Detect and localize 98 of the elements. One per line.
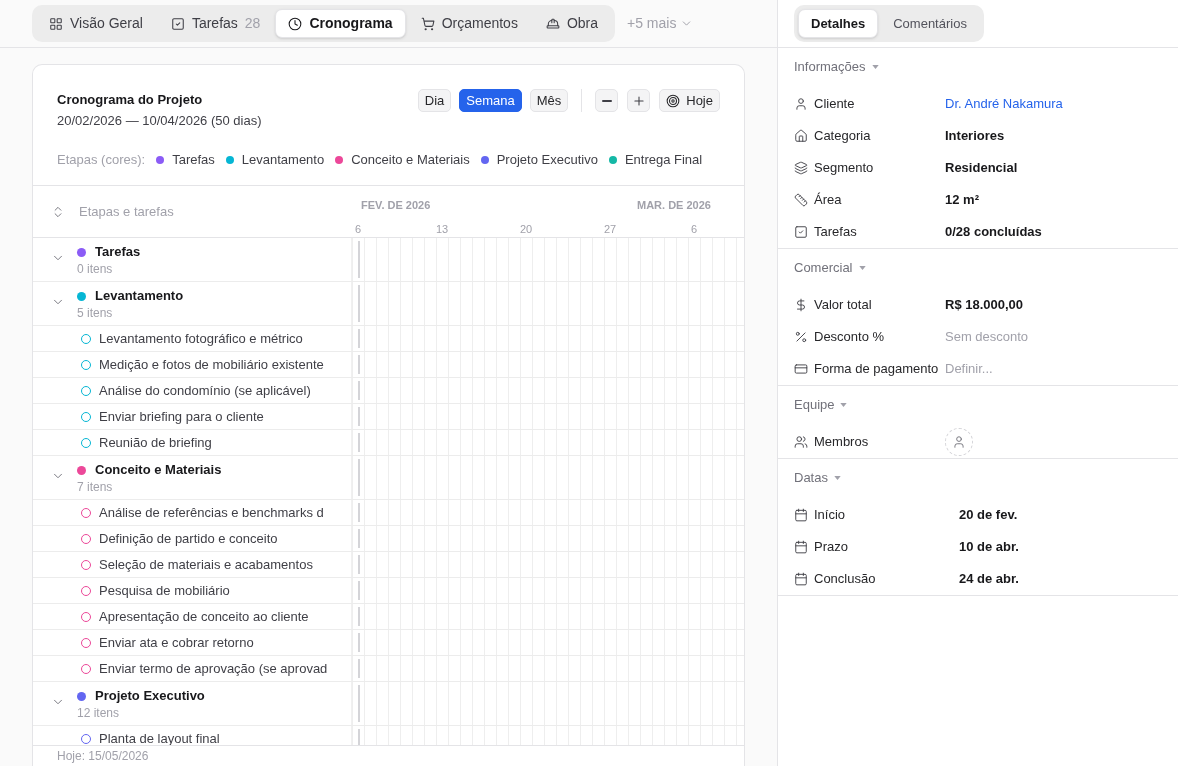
date-tick: 20 <box>518 223 534 235</box>
item-count: 0 itens <box>77 261 114 277</box>
percent-icon <box>794 330 808 344</box>
nav-tab[interactable]: Visão Geral <box>36 9 156 38</box>
minus-icon <box>601 99 612 102</box>
field-value: Residencial <box>945 159 1018 178</box>
calendar-icon <box>794 508 808 522</box>
zoom-out-button[interactable] <box>595 89 619 112</box>
date-value[interactable]: 24 de abr. <box>959 569 1019 589</box>
task-name[interactable]: Análise de referências e benchmarks d <box>99 502 324 523</box>
item-count: 7 itens <box>77 479 114 495</box>
field-label: Tarefas <box>814 223 857 242</box>
stage-name: Levantamento <box>95 287 184 305</box>
field-label: Forma de pagamento <box>814 360 939 379</box>
cart-icon <box>420 16 435 31</box>
task-name[interactable]: Análise do condomínio (se aplicável) <box>99 380 311 401</box>
field-label: Início <box>814 506 846 525</box>
section-toggle[interactable]: Comercial <box>794 260 866 276</box>
field-value: R$ 18.000,00 <box>945 296 1024 315</box>
person-icon <box>952 435 966 449</box>
task-name[interactable]: Apresentação de conceito ao cliente <box>99 606 309 627</box>
checkbox-icon <box>794 225 808 239</box>
task-name[interactable]: Enviar ata e cobrar retorno <box>99 632 254 653</box>
field-label: Área <box>814 191 842 210</box>
section-toggle[interactable]: Equipe <box>794 397 848 413</box>
date-tick: 27 <box>602 223 618 235</box>
date-tick: 13 <box>434 223 450 235</box>
field-value: Interiores <box>945 127 1005 146</box>
view-scale-button[interactable]: Mês <box>529 89 569 112</box>
stage-name: Tarefas <box>95 243 141 261</box>
field-value: 12 m² <box>945 191 979 210</box>
date-value[interactable]: 10 de abr. <box>959 537 1019 557</box>
task-name[interactable]: Enviar termo de aprovação (se aprovad <box>99 658 328 679</box>
dollar-icon <box>794 298 808 312</box>
view-scale-button[interactable]: Dia <box>417 89 452 112</box>
hard-hat-icon <box>545 16 560 31</box>
layers-icon <box>794 161 808 175</box>
legend-label: Projeto Executivo <box>496 151 598 170</box>
task-name[interactable]: Planta de layout final <box>99 728 220 745</box>
field-label: Valor total <box>814 296 872 315</box>
field-label: Conclusão <box>814 570 876 589</box>
date-tick: 6 <box>353 223 363 235</box>
legend-title: Etapas (cores): <box>57 151 146 170</box>
legend-label: Conceito e Materiais <box>351 151 470 170</box>
date-range: 20/02/2026 — 10/04/2026 (50 dias) <box>57 112 262 130</box>
legend-label: Levantamento <box>241 151 325 170</box>
field-label: Categoria <box>814 127 871 146</box>
column-header: Etapas e tarefas <box>79 202 174 221</box>
stage-name: Projeto Executivo <box>95 687 205 705</box>
target-icon <box>666 93 681 108</box>
zoom-in-button[interactable] <box>627 89 651 112</box>
task-name[interactable]: Pesquisa de mobiliário <box>99 580 230 601</box>
schedule-title: Cronograma do Projeto <box>57 91 204 109</box>
task-name[interactable]: Seleção de materiais e acabamentos <box>99 554 313 575</box>
legend-label: Tarefas <box>172 151 215 170</box>
calendar-icon <box>794 572 808 586</box>
people-icon <box>794 435 808 449</box>
field-label: Prazo <box>814 538 848 557</box>
person-icon <box>794 97 808 111</box>
field-label: Membros <box>814 433 869 452</box>
month-label: FEV. DE 2026 <box>361 199 431 211</box>
checkbox-icon <box>170 16 185 31</box>
section-toggle[interactable]: Datas <box>794 470 841 486</box>
plus-icon <box>631 93 646 108</box>
task-name[interactable]: Enviar briefing para o cliente <box>99 406 264 427</box>
date-value[interactable]: 20 de fev. <box>959 505 1018 525</box>
nav-tab[interactable]: Orçamentos <box>407 9 531 38</box>
month-label: MAR. DE 2026 <box>637 199 711 211</box>
grid-icon <box>49 16 63 31</box>
tab-count: 28 <box>244 14 261 33</box>
nav-tab[interactable]: Obra <box>532 9 611 38</box>
credit-card-icon <box>794 362 808 376</box>
calendar-icon <box>794 540 808 554</box>
panel-tab[interactable]: Comentários <box>880 9 980 38</box>
panel-tab[interactable]: Detalhes <box>798 9 879 38</box>
task-name[interactable]: Definição de partido e conceito <box>99 528 278 549</box>
house-icon <box>794 129 808 143</box>
ruler-icon <box>794 193 808 207</box>
today-button[interactable]: Hoje <box>659 89 720 112</box>
legend-label: Entrega Final <box>624 151 703 170</box>
stage-name: Conceito e Materiais <box>95 461 222 479</box>
clock-icon <box>288 16 303 31</box>
field-label: Segmento <box>814 159 874 178</box>
section-toggle[interactable]: Informações <box>794 59 879 75</box>
item-count: 5 itens <box>77 305 114 321</box>
task-name[interactable]: Reunião de briefing <box>99 432 212 453</box>
date-tick: 6 <box>689 223 699 235</box>
field-label: Desconto % <box>814 328 885 347</box>
task-name[interactable]: Levantamento fotográfico e métrico <box>99 328 303 349</box>
client-link[interactable]: Dr. André Nakamura <box>945 94 1063 114</box>
nav-tab[interactable]: Cronograma <box>275 9 406 38</box>
view-scale-button[interactable]: Semana <box>459 89 522 112</box>
today-date-label: Hoje: 15/05/2026 <box>57 749 149 763</box>
task-name[interactable]: Medição e fotos de mobiliário existente <box>99 354 324 375</box>
nav-tab[interactable]: Tarefas 28 <box>157 9 274 38</box>
item-count: 12 itens <box>77 705 121 721</box>
field-value: 0/28 concluídas <box>945 223 1042 242</box>
field-label: Cliente <box>814 95 855 114</box>
